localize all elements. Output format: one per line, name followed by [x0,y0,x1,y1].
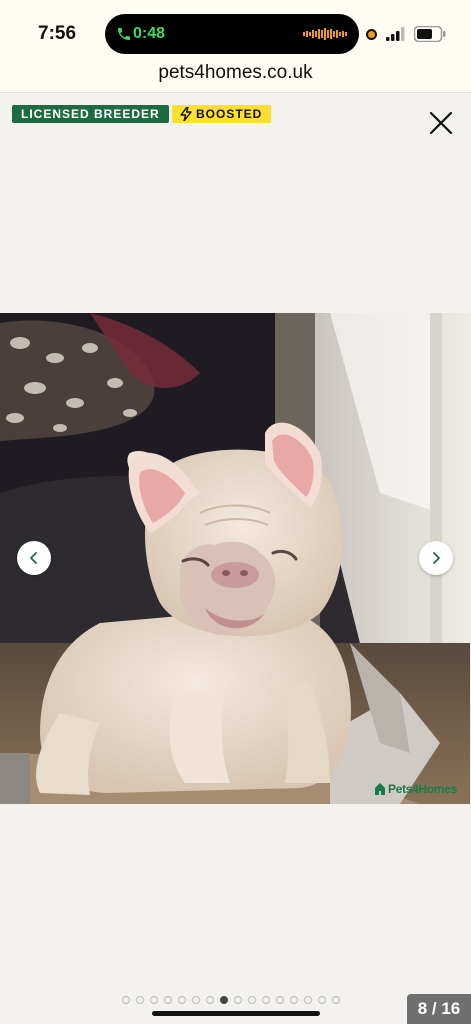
pagination-dot[interactable] [262,996,270,1004]
pets4homes-watermark: Pets4Homes [374,779,457,799]
address-bar[interactable]: pets4homes.co.uk [0,60,471,93]
dog-photo-image [0,313,471,804]
cellular-signal-icon [386,27,405,41]
pagination-dot[interactable] [192,996,200,1004]
pagination-dot[interactable] [150,996,158,1004]
pagination-dot[interactable] [178,996,186,1004]
dynamic-island[interactable]: 0:48 [105,14,359,54]
recording-indicator-icon [366,29,377,40]
previous-photo-button[interactable] [17,541,51,575]
lightning-bolt-icon [180,107,192,121]
pagination-dot[interactable] [276,996,284,1004]
close-icon[interactable] [426,108,456,138]
pagination-dot[interactable] [206,996,214,1004]
pets4homes-logo-icon [375,783,385,795]
pagination-dot[interactable] [318,996,326,1004]
chevron-left-icon [30,552,37,564]
clock: 7:56 [38,23,77,44]
boosted-label: BOOSTED [196,107,263,121]
call-timer: 0:48 [133,25,166,42]
gallery-photo[interactable] [0,313,471,804]
pagination-dot[interactable] [136,996,144,1004]
boosted-badge: BOOSTED [172,105,272,123]
pagination-dot[interactable] [122,996,130,1004]
gallery-pagination-dots[interactable] [122,996,340,1004]
phone-icon [118,28,130,40]
pagination-dot[interactable] [332,996,340,1004]
audio-waveform-icon [303,28,347,40]
url-text: pets4homes.co.uk [158,62,313,83]
licensed-breeder-badge: LICENSED BREEDER [12,105,169,123]
status-bar: 7:56 0:48 [0,0,471,60]
watermark-label: Pets4Homes [388,782,458,796]
pagination-dot[interactable] [290,996,298,1004]
chevron-right-icon [433,552,440,564]
next-photo-button[interactable] [419,541,453,575]
pagination-dot[interactable] [304,996,312,1004]
home-indicator[interactable] [152,1011,320,1016]
pagination-dot[interactable] [248,996,256,1004]
pagination-dot[interactable] [164,996,172,1004]
pagination-dot[interactable] [220,996,228,1004]
pagination-dot[interactable] [234,996,242,1004]
battery-icon [414,26,446,42]
photo-counter: 8 / 16 [407,994,471,1024]
